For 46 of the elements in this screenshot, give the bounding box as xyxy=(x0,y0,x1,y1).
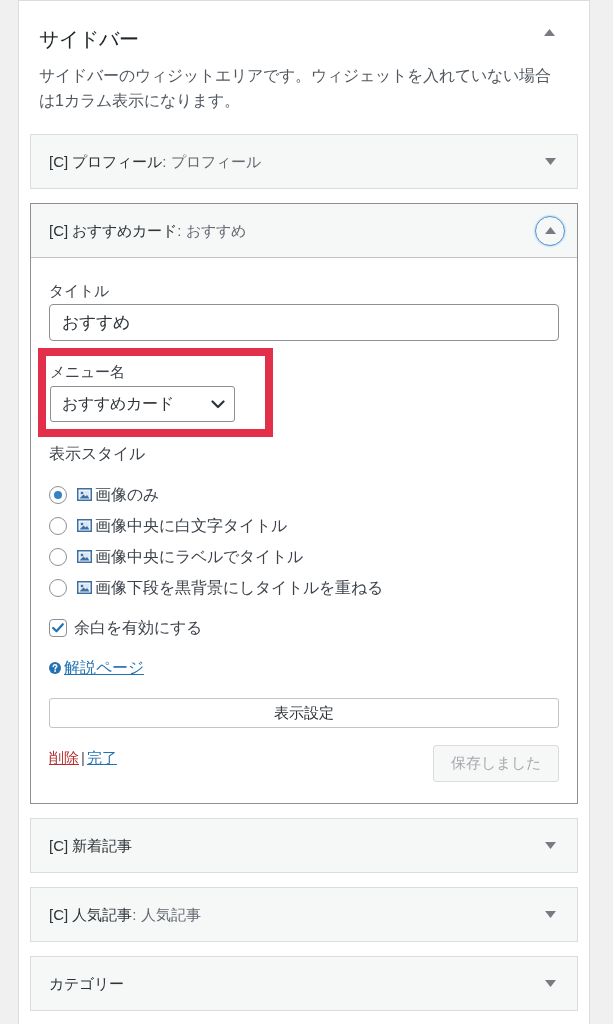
radio-button[interactable] xyxy=(49,578,67,597)
radio-label: 画像のみ xyxy=(95,484,159,505)
delete-link[interactable]: 削除 xyxy=(49,746,79,770)
widget-header[interactable]: [C] 人気記事: 人気記事 xyxy=(31,888,577,941)
image-icon xyxy=(77,550,92,563)
caret-up-icon xyxy=(544,227,556,234)
display-settings-button[interactable]: 表示設定 xyxy=(49,698,559,728)
widget-name: [C] おすすめカード xyxy=(49,221,178,239)
radio-label: 画像中央に白文字タイトル xyxy=(95,515,287,536)
panel-description: サイドバーのウィジットエリアです。ウィジェットを入れていない場合は1カラム表示になります。 xyxy=(39,66,552,111)
help-link[interactable]: 解説ページ xyxy=(64,658,144,678)
image-icon xyxy=(77,488,92,501)
caret-up-icon[interactable] xyxy=(544,28,555,36)
section-label: 表示スタイル xyxy=(49,444,146,464)
checkmark-icon xyxy=(52,623,64,633)
caret-down-icon[interactable] xyxy=(544,842,556,849)
image-icon xyxy=(77,519,92,532)
widget-header[interactable]: カテゴリー xyxy=(31,957,577,1010)
chevron-down-icon xyxy=(211,399,225,409)
widget-instance-title: : おすすめ xyxy=(177,221,246,239)
help-icon xyxy=(49,662,61,674)
checkbox-label: 余白を有効にする xyxy=(74,618,202,638)
caret-down-icon[interactable] xyxy=(544,158,556,165)
field-label: メニュー名 xyxy=(50,362,126,382)
panel-title: サイドバー xyxy=(39,27,139,52)
caret-down-icon[interactable] xyxy=(544,980,556,987)
radio-button[interactable] xyxy=(49,485,67,504)
widget-header[interactable]: [C] プロフィール: プロフィール xyxy=(31,135,577,188)
caret-down-icon[interactable] xyxy=(544,911,556,918)
checkbox[interactable] xyxy=(49,619,67,637)
widget-header[interactable]: [C] おすすめカード: おすすめ xyxy=(31,204,577,258)
done-link[interactable]: 完了 xyxy=(86,746,117,770)
widget-name: [C] 新着記事 xyxy=(49,836,133,854)
radio-button[interactable] xyxy=(49,547,67,566)
widget-header[interactable]: [C] 新着記事 xyxy=(31,819,577,872)
radio-button[interactable] xyxy=(49,516,67,535)
image-icon xyxy=(77,581,92,594)
widget-name: カテゴリー xyxy=(49,974,124,992)
widget-instance-title: : プロフィール xyxy=(162,152,261,170)
field-label: タイトル xyxy=(49,281,110,301)
radio-label: 画像下段を黒背景にしタイトルを重ねる xyxy=(95,577,383,598)
widget-instance-title: : 人気記事 xyxy=(132,905,201,923)
menu-select[interactable]: おすすめカード xyxy=(50,386,235,422)
radio-label: 画像中央にラベルでタイトル xyxy=(95,546,303,567)
title-input[interactable]: おすすめ xyxy=(49,304,559,341)
link-separator: | xyxy=(81,747,85,768)
